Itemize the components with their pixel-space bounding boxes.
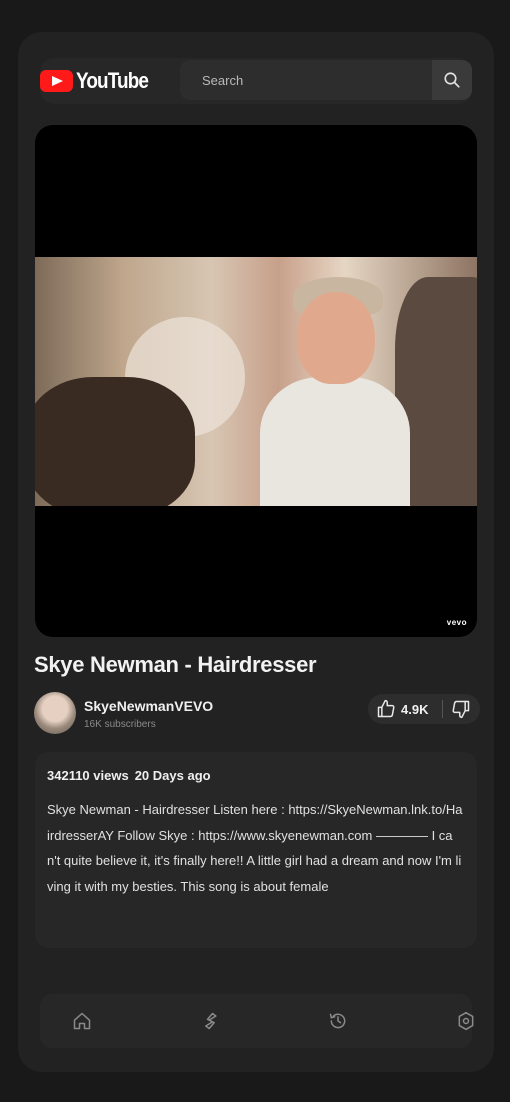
nav-history[interactable]: [326, 1009, 350, 1033]
youtube-play-icon: [40, 70, 73, 92]
youtube-logo[interactable]: YouTube: [40, 66, 160, 96]
video-frame: [35, 257, 477, 506]
search-bar: [180, 60, 472, 100]
logo-text: YouTube: [76, 68, 149, 93]
video-player[interactable]: vevo: [35, 125, 477, 637]
like-button[interactable]: 4.9K: [368, 694, 442, 724]
video-meta: 342110 views 20 Days ago: [47, 768, 465, 783]
top-header: YouTube: [40, 58, 472, 104]
search-button[interactable]: [432, 60, 472, 100]
bottom-nav: [40, 994, 474, 1048]
like-dislike-group: 4.9K: [368, 694, 480, 724]
settings-icon: [458, 1011, 474, 1031]
view-count: 342110 views: [47, 768, 129, 783]
upload-date: 20 Days ago: [134, 768, 211, 783]
description-text: Skye Newman - Hairdresser Listen here : …: [47, 802, 463, 894]
app-container: YouTube vevo Skye Newman - Hairdresser S…: [18, 32, 494, 1072]
history-icon: [329, 1013, 346, 1029]
thumbs-down-icon: [452, 700, 470, 719]
vevo-watermark: vevo: [446, 618, 467, 627]
channel-name[interactable]: SkyeNewmanVEVO: [84, 698, 213, 714]
thumbs-up-icon: [377, 699, 395, 718]
subscriber-count: 16K subscribers: [84, 719, 156, 730]
description-card[interactable]: 342110 views 20 Days ago Skye Newman - H…: [35, 752, 477, 948]
shorts-icon: [205, 1012, 217, 1030]
channel-avatar[interactable]: [34, 692, 76, 734]
search-icon: [444, 72, 460, 88]
search-input[interactable]: [180, 60, 430, 100]
video-title: Skye Newman - Hairdresser: [34, 652, 317, 677]
home-icon: [73, 1012, 91, 1030]
nav-home[interactable]: [70, 1009, 94, 1033]
dislike-button[interactable]: [443, 694, 479, 724]
nav-settings[interactable]: [454, 1009, 478, 1033]
like-count: 4.9K: [401, 701, 429, 717]
nav-shorts[interactable]: [198, 1009, 222, 1033]
channel-row: SkyeNewmanVEVO 16K subscribers 4.9K: [34, 692, 480, 736]
